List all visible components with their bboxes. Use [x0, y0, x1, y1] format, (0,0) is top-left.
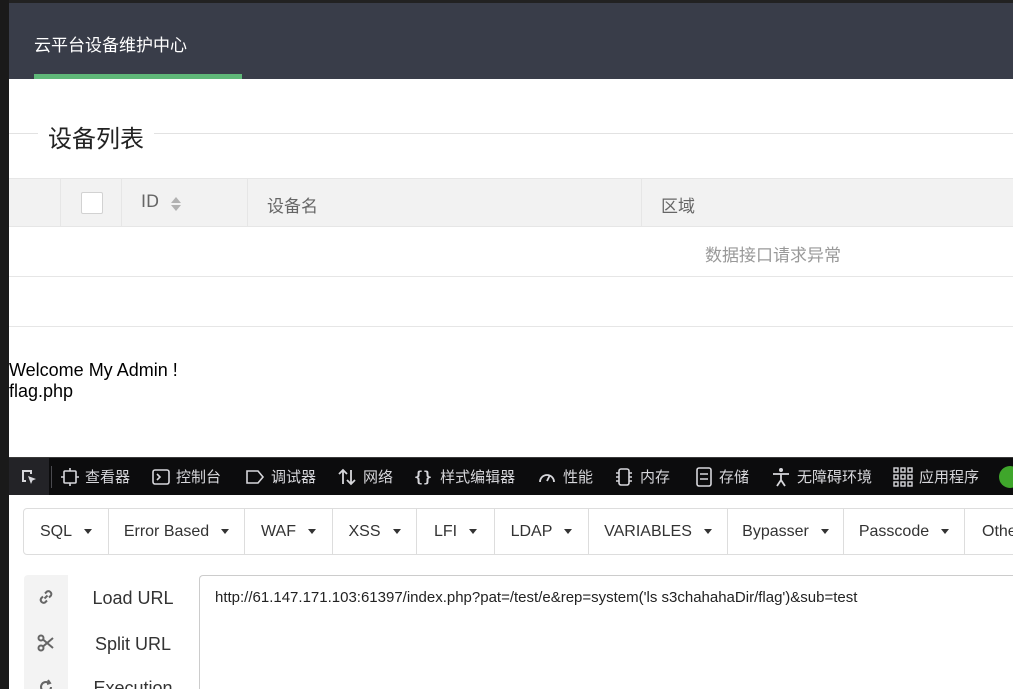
section-divider: [9, 133, 1013, 134]
menu-label: Error Based: [123, 522, 210, 540]
debugger-icon: [246, 469, 265, 484]
devtools-tab-memory[interactable]: 内存: [614, 458, 670, 495]
menu-label: XSS: [348, 522, 381, 540]
devtools-tab-performance[interactable]: 性能: [537, 458, 593, 495]
select-all-checkbox[interactable]: [81, 192, 103, 214]
devtools-tab-label: 存储: [719, 468, 750, 486]
element-picker-icon: [22, 469, 36, 484]
devtools-tab-label: 无障碍环境: [797, 468, 873, 486]
menu-label: VARIABLES: [604, 522, 692, 540]
hackbar-menu: SQL Error Based WAF XSS LFI LDAP VARIABL…: [23, 508, 1013, 555]
menu-waf[interactable]: WAF: [245, 509, 333, 554]
inspector-icon: [61, 467, 79, 486]
menu-ldap[interactable]: LDAP: [495, 509, 589, 554]
devtools-tab-label: 调试器: [271, 468, 317, 486]
devtools-tab-label: 查看器: [85, 468, 131, 486]
column-header-device-name: 设备名: [267, 197, 318, 217]
menu-label: LFI: [433, 522, 458, 540]
column-header-region: 区域: [661, 197, 695, 217]
devtools-tab-label: 样式编辑器: [440, 468, 516, 486]
column-divider: [121, 179, 122, 227]
column-header-id[interactable]: ID: [141, 192, 159, 212]
table-empty-message: 数据接口请求异常: [705, 246, 841, 266]
sort-icon[interactable]: [170, 195, 182, 213]
menu-label: Passcode: [858, 522, 930, 540]
devtools-tab-console[interactable]: 控制台: [152, 458, 221, 495]
hackbar-panel: SQL Error Based WAF XSS LFI LDAP VARIABL…: [9, 495, 1013, 689]
url-textarea[interactable]: http://61.147.171.103:61397/index.php?pa…: [199, 575, 1013, 689]
chevron-down-icon: [84, 529, 92, 534]
column-divider: [641, 179, 642, 227]
memory-icon: [616, 467, 632, 486]
extension-icon[interactable]: [999, 466, 1013, 488]
section-title: 设备列表: [38, 119, 154, 154]
menu-lfi[interactable]: LFI: [417, 509, 495, 554]
split-url-button[interactable]: Split URL: [68, 634, 198, 655]
url-value: http://61.147.171.103:61397/index.php?pa…: [215, 589, 858, 606]
chevron-down-icon: [392, 529, 401, 534]
table-footer-row: [9, 277, 1013, 327]
table-row: 数据接口请求异常: [9, 227, 1013, 277]
application-icon: [893, 466, 913, 487]
menu-xss[interactable]: XSS: [333, 509, 417, 554]
load-url-button[interactable]: Load URL: [68, 588, 198, 609]
page-output: Welcome My Admin ! flag.php: [9, 360, 178, 402]
element-picker-button[interactable]: [9, 458, 49, 495]
flag-file-text: flag.php: [9, 381, 74, 401]
menu-label: LDAP: [510, 522, 553, 540]
accessibility-icon: [773, 467, 789, 486]
devtools-tab-application[interactable]: 应用程序: [893, 458, 979, 495]
chevron-down-icon: [820, 529, 829, 534]
devtools-tab-label: 应用程序: [919, 468, 980, 486]
refresh-icon[interactable]: [24, 672, 68, 689]
devtools-tab-inspector[interactable]: 查看器: [61, 458, 130, 495]
chevron-down-icon: [469, 529, 478, 534]
nav-tab-active-indicator: [34, 74, 242, 79]
column-divider: [60, 179, 61, 227]
link-icon[interactable]: [24, 582, 68, 612]
chevron-down-icon: [221, 529, 230, 534]
console-icon: [152, 468, 170, 485]
top-nav: 云平台设备维护中心: [9, 0, 1013, 79]
network-icon: [338, 468, 356, 485]
devtools-tab-label: 控制台: [176, 468, 222, 486]
nav-tab-label[interactable]: 云平台设备维护中心: [34, 31, 187, 56]
chevron-down-icon: [564, 529, 573, 534]
devtools-toolbar: 查看器 控制台 调试器 网络 {} 样式编辑器 性能 内存 存储 无障碍环境 应…: [9, 457, 1013, 495]
devtools-tab-accessibility[interactable]: 无障碍环境: [771, 458, 872, 495]
chevron-down-icon: [941, 529, 950, 534]
chevron-down-icon: [307, 529, 316, 534]
menu-label: Othe: [982, 522, 1013, 540]
menu-other[interactable]: Othe: [965, 509, 1013, 554]
menu-sql[interactable]: SQL: [24, 509, 109, 554]
menu-error-based[interactable]: Error Based: [109, 509, 245, 554]
devtools-tab-label: 性能: [563, 468, 594, 486]
storage-icon: [696, 466, 712, 487]
menu-label: SQL: [39, 522, 72, 540]
performance-icon: [539, 473, 555, 482]
menu-variables[interactable]: VARIABLES: [589, 509, 728, 554]
devtools-tab-network[interactable]: 网络: [337, 458, 393, 495]
column-divider: [247, 179, 248, 227]
devtools-tab-label: 内存: [640, 468, 671, 486]
devtools-tab-debugger[interactable]: 调试器: [245, 458, 316, 495]
menu-label: WAF: [261, 522, 296, 540]
welcome-text: Welcome My Admin !: [9, 360, 178, 380]
devtools-tab-style-editor[interactable]: {} 样式编辑器: [414, 458, 515, 495]
menu-passcode[interactable]: Passcode: [844, 509, 965, 554]
devtools-tab-storage[interactable]: 存储: [695, 458, 749, 495]
menu-label: Bypasser: [742, 522, 809, 540]
window-edge: [0, 0, 9, 689]
toolbar-separator: [51, 466, 52, 488]
scissors-icon[interactable]: [24, 628, 68, 658]
menu-bypasser[interactable]: Bypasser: [728, 509, 844, 554]
table-header: ID 设备名 区域: [9, 178, 1013, 227]
chevron-down-icon: [703, 529, 712, 534]
devtools-tab-label: 网络: [363, 468, 394, 486]
style-editor-icon: {}: [414, 467, 433, 486]
execution-button[interactable]: Execution: [68, 678, 198, 689]
